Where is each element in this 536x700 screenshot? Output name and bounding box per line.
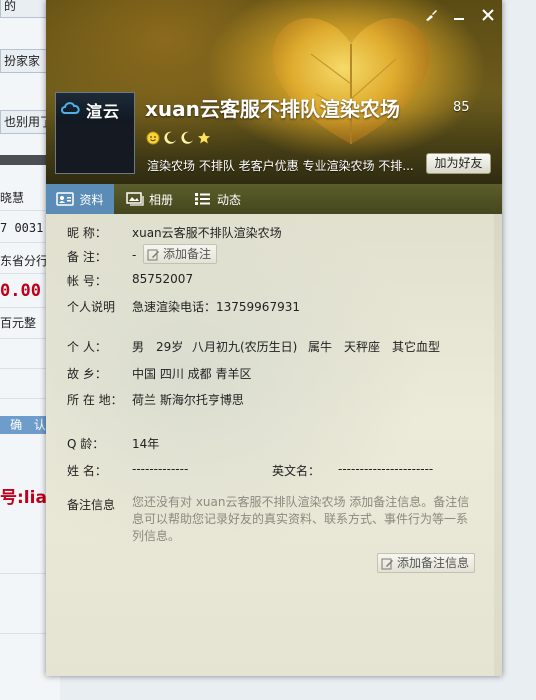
bio-value: 急速渲染电话：13759967931 <box>132 300 300 314</box>
tab-profile[interactable]: 资料 <box>46 184 114 214</box>
tab-profile-label: 资料 <box>79 192 104 207</box>
profile-display-name: xuan云客服不排队渲染农场 <box>145 97 400 121</box>
avatar[interactable]: 渲云 <box>55 92 135 174</box>
qage-label: Q 龄： <box>67 437 105 451</box>
english-name-label: 英文名： <box>272 464 321 478</box>
minimize-icon <box>454 18 464 20</box>
qage-value: 14年 <box>132 437 160 451</box>
minimize-button[interactable] <box>450 6 468 24</box>
cloud-logo-icon <box>61 102 80 114</box>
hometown-label: 故 乡： <box>67 367 107 381</box>
note-label: 备注信息 <box>67 498 116 512</box>
note-help-text: 您还没有对 xuan云客服不排队渲染农场 添加备注信息。备注信息可以帮助您记录好… <box>132 495 470 543</box>
add-remark-button[interactable]: 添加备注 <box>143 244 218 264</box>
star-icon <box>196 130 211 145</box>
surname-label: 姓 名： <box>67 464 107 478</box>
edit-note-icon <box>147 249 159 260</box>
brush-icon <box>426 10 437 21</box>
profile-card-window: 渲云 xuan云客服不排队渲染农场 85 渲染农场 不排队 老客户优惠 专业渲染… <box>46 0 502 676</box>
close-icon <box>482 9 494 21</box>
nickname-value: xuan云客服不排队渲染农场 <box>132 226 282 240</box>
profile-signature[interactable]: 渲染农场 不排队 老客户优惠 专业渲染农场 不排... <box>147 157 414 174</box>
level-badges[interactable] <box>145 130 211 145</box>
gender-value: 男 <box>132 340 145 354</box>
personal-label: 个 人： <box>67 340 107 354</box>
avatar-brand-text: 渲云 <box>86 102 121 121</box>
tab-album[interactable]: 相册 <box>126 184 173 214</box>
tab-album-label: 相册 <box>149 192 174 207</box>
moon-icon <box>179 130 194 145</box>
birthday-value: 八月初九(农历生日) <box>192 340 298 354</box>
blood-type-value: 其它血型 <box>392 340 441 354</box>
location-value: 荷兰 斯海尔托亨博思 <box>132 393 244 407</box>
location-label: 所 在 地： <box>67 393 123 407</box>
age-value: 29岁 <box>156 340 184 354</box>
remark-value: - <box>132 248 137 262</box>
avatar-logo-bar: 渲云 <box>56 93 134 123</box>
profile-details-panel: 昵 称： xuan云客服不排队渲染农场 备 注： - 添加备注 帐 号： 857… <box>46 214 502 676</box>
remark-label: 备 注： <box>67 250 107 264</box>
zodiac-value: 属牛 <box>308 340 333 354</box>
add-note-button[interactable]: 添加备注信息 <box>377 553 476 573</box>
details-scrollbar[interactable] <box>494 214 502 676</box>
add-note-label: 添加备注信息 <box>397 556 470 570</box>
close-button[interactable] <box>479 6 497 24</box>
profile-uin-fragment: 85 <box>453 100 470 115</box>
english-name-value: ---------------------- <box>338 462 434 476</box>
add-remark-label: 添加备注 <box>163 247 212 261</box>
surname-value: ------------- <box>132 462 189 476</box>
bio-label: 个人说明 <box>67 300 116 314</box>
feed-list-icon <box>195 193 210 205</box>
moon-icon <box>162 130 177 145</box>
nickname-label: 昵 称： <box>67 226 107 240</box>
profile-header: 渲云 xuan云客服不排队渲染农场 85 渲染农场 不排队 老客户优惠 专业渲染… <box>46 0 502 184</box>
photo-album-icon <box>126 192 144 206</box>
hometown-value: 中国 四川 成都 青羊区 <box>132 367 252 381</box>
account-label: 帐 号： <box>67 274 107 288</box>
profile-tabs: 资料 相册 动态 <box>46 184 502 214</box>
add-friend-button[interactable]: 加为好友 <box>426 153 491 174</box>
edit-note-icon <box>381 558 393 569</box>
profile-card-icon <box>56 192 75 206</box>
tab-feed[interactable]: 动态 <box>194 184 241 214</box>
account-value: 85752007 <box>132 272 194 286</box>
constellation-value: 天秤座 <box>344 340 381 354</box>
tab-feed-label: 动态 <box>217 192 242 207</box>
skin-button[interactable] <box>422 6 440 24</box>
smile-icon <box>145 130 160 145</box>
